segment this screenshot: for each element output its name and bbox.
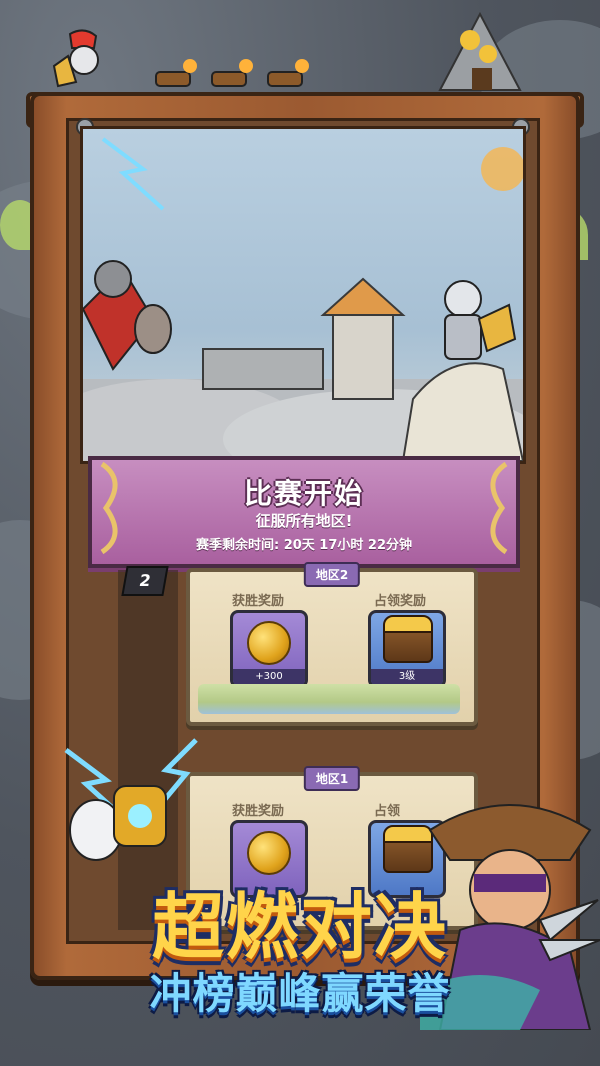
- region-tag: 地区2: [303, 562, 361, 587]
- red-knight-figure: [83, 260, 172, 371]
- occupy-reward-label: 占领: [374, 804, 401, 819]
- treasure-chest-icon: [383, 615, 433, 663]
- win-reward-label: 获胜奖励: [232, 594, 285, 609]
- occupy-reward-item[interactable]: 3级: [368, 610, 446, 688]
- tagline-slogan: 冲榜巅峰赢荣誉: [149, 969, 451, 1018]
- battle-scene-illustration: [80, 126, 526, 464]
- headline-slogan: 超燃对决: [151, 885, 448, 969]
- gold-mine-icon: [430, 10, 530, 94]
- season-timer: 赛季剩余时间: 20天 17小时 22分钟: [195, 538, 413, 553]
- cannon-row: [150, 52, 320, 96]
- region-tag: 地区1: [303, 766, 361, 791]
- occupy-reward-label: 占领奖励: [374, 594, 427, 609]
- region-map-strip: [198, 684, 460, 714]
- helmet-knight-figure: [50, 26, 110, 90]
- gold-coin-icon: [247, 621, 291, 665]
- reward-count: +300: [233, 669, 305, 685]
- level-badge: 2: [121, 566, 169, 596]
- event-banner: 比赛开始 征服所有地区! 赛季剩余时间: 20天 17小时 22分钟: [88, 456, 520, 568]
- banner-title: 比赛开始: [243, 477, 364, 510]
- region-card-2[interactable]: 地区2 获胜奖励 占领奖励 +300 3级: [186, 562, 478, 726]
- win-reward-item[interactable]: +300: [230, 610, 308, 688]
- gauntlet-ghost-character: [56, 730, 206, 870]
- banner-subtitle: 征服所有地区!: [255, 512, 353, 530]
- win-reward-label: 获胜奖励: [232, 804, 285, 819]
- reward-count: 3级: [371, 669, 443, 685]
- blue-knight-figure: [444, 280, 517, 360]
